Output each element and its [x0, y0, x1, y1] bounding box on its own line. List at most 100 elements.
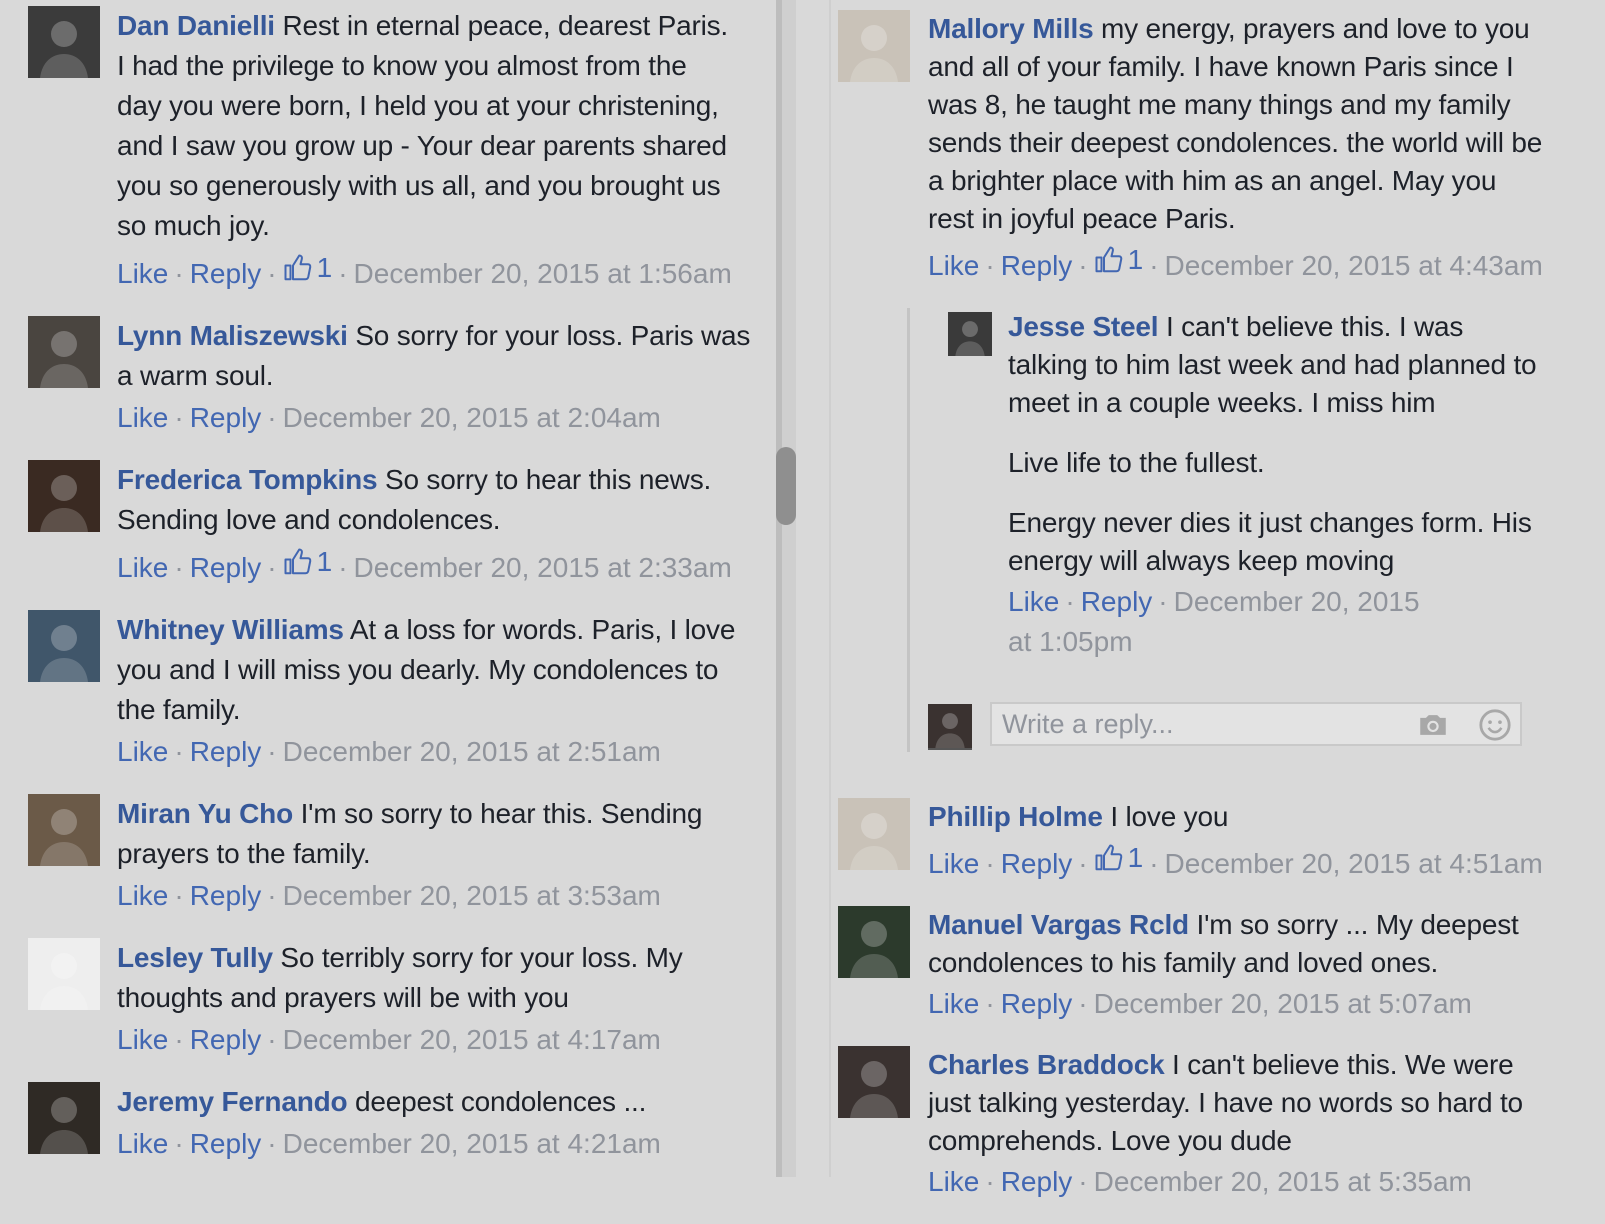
reply-composer: Write a reply... [928, 702, 1543, 752]
like-link[interactable]: Like [928, 988, 979, 1019]
comment-text: my energy, prayers and love to you and a… [928, 13, 1543, 234]
right-comment-column: Mallory Mills my energy, prayers and lov… [838, 10, 1543, 1224]
author-name[interactable]: Lesley Tully [117, 942, 273, 973]
comment-actions: Like · Reply · December 20, 2015 at 4:17am [117, 1024, 661, 1055]
timestamp[interactable]: December 20, 2015 at 5:35am [1094, 1166, 1472, 1197]
comment-actions: Like · Reply · December 20, 2015 at 3:53am [117, 880, 661, 911]
comment-text: I love you [1110, 801, 1229, 832]
comment: Frederica Tompkins So sorry to hear this… [28, 460, 758, 588]
comment: Lynn Maliszewski So sorry for your loss.… [28, 316, 758, 438]
timestamp[interactable]: December 20, 2015 at 5:07am [1094, 988, 1472, 1019]
comment-actions: Like · Reply · December 20, 2015 at 5:07am [928, 988, 1472, 1019]
avatar[interactable] [838, 1046, 910, 1118]
reply-comment: Jesse Steel I can't believe this. I was … [928, 308, 1543, 662]
comment-list: Dan Danielli Rest in eternal peace, dear… [28, 6, 758, 1164]
column-divider [829, 0, 831, 1177]
scrollbar-edge [776, 0, 782, 1177]
reply-link[interactable]: Reply [1081, 586, 1153, 617]
comment-actions: Like · Reply · December 20, 2015 at 5:35am [928, 1166, 1472, 1197]
author-name[interactable]: Frederica Tompkins [117, 464, 378, 495]
author-name[interactable]: Jeremy Fernando [117, 1086, 348, 1117]
reply-link[interactable]: Reply [190, 258, 262, 289]
like-link[interactable]: Like [117, 402, 168, 433]
comment-text: Rest in eternal peace, dearest Paris. I … [117, 10, 728, 241]
thumbs-up-icon [1095, 246, 1122, 273]
comment-paragraph: Live life to the fullest. [1008, 447, 1265, 478]
author-name[interactable]: Charles Braddock [928, 1049, 1165, 1080]
avatar[interactable] [948, 312, 992, 356]
comment: Lesley Tully So terribly sorry for your … [28, 938, 758, 1060]
avatar[interactable] [28, 938, 100, 1010]
timestamp[interactable]: December 20, 2015 at 4:17am [283, 1024, 661, 1055]
avatar[interactable] [28, 6, 100, 78]
author-name[interactable]: Mallory Mills [928, 13, 1094, 44]
avatar[interactable] [28, 316, 100, 388]
like-link[interactable]: Like [928, 1166, 979, 1197]
comment: Phillip Holme I love you Like · Reply · 1 · Dec… [838, 798, 1543, 884]
camera-icon[interactable] [1416, 708, 1450, 742]
timestamp[interactable]: December 20, 2015 at 4:51am [1165, 848, 1543, 879]
avatar[interactable] [28, 1082, 100, 1154]
author-name[interactable]: Phillip Holme [928, 801, 1103, 832]
like-count[interactable]: 1 [283, 248, 332, 288]
timestamp[interactable]: December 20, 2015 at 3:53am [283, 880, 661, 911]
scrollbar-track[interactable] [776, 0, 796, 1177]
timestamp[interactable]: December 20, 2015 at 4:43am [1165, 250, 1543, 281]
comment: Miran Yu Cho I'm so sorry to hear this. … [28, 794, 758, 916]
author-name[interactable]: Dan Danielli [117, 10, 275, 41]
reply-link[interactable]: Reply [190, 1128, 262, 1159]
thumbs-up-icon [284, 254, 311, 281]
reply-link[interactable]: Reply [190, 880, 262, 911]
reply-link[interactable]: Reply [1001, 250, 1073, 281]
reply-link[interactable]: Reply [190, 736, 262, 767]
avatar[interactable] [28, 794, 100, 866]
avatar[interactable] [28, 460, 100, 532]
like-link[interactable]: Like [1008, 586, 1059, 617]
timestamp[interactable]: December 20, 2015 at 2:04am [283, 402, 661, 433]
comment: Charles Braddock I can't believe this. W… [838, 1046, 1543, 1202]
comment-actions: Like · Reply · 1 · December 20, 2015 at 4:43am [928, 240, 1543, 286]
avatar[interactable] [28, 610, 100, 682]
like-link[interactable]: Like [117, 1128, 168, 1159]
reply-link[interactable]: Reply [190, 402, 262, 433]
avatar[interactable] [838, 906, 910, 978]
reply-link[interactable]: Reply [1001, 988, 1073, 1019]
comment-text: deepest condolences ... [355, 1086, 647, 1117]
like-count[interactable]: 1 [1094, 838, 1143, 878]
timestamp[interactable]: December 20, 2015 at 4:21am [283, 1128, 661, 1159]
comment-list: Phillip Holme I love you Like · Reply · 1 · Dec… [838, 798, 1543, 1202]
comment-paragraph: Energy never dies it just changes form. … [1008, 507, 1532, 576]
comment-actions: Like · Reply · 1 · December 20, 2015 at 1:56am [117, 248, 758, 294]
smiley-icon[interactable] [1478, 708, 1512, 742]
comment: Mallory Mills my energy, prayers and lov… [838, 10, 1543, 286]
like-link[interactable]: Like [117, 736, 168, 767]
avatar[interactable] [838, 798, 910, 870]
timestamp[interactable]: December 20, 2015 at 2:33am [354, 552, 732, 583]
scrollbar-thumb[interactable] [776, 447, 796, 525]
timestamp[interactable]: December 20, 2015 at 1:56am [354, 258, 732, 289]
like-link[interactable]: Like [117, 258, 168, 289]
author-name[interactable]: Miran Yu Cho [117, 798, 293, 829]
comment-actions: Like · Reply · 1 · December 20, 2015 at 2:33am [117, 542, 758, 588]
reply-link[interactable]: Reply [1001, 1166, 1073, 1197]
reply-link[interactable]: Reply [1001, 848, 1073, 879]
author-name[interactable]: Lynn Maliszewski [117, 320, 348, 351]
like-link[interactable]: Like [117, 880, 168, 911]
reply-input[interactable]: Write a reply... [990, 702, 1522, 746]
like-count[interactable]: 1 [283, 542, 332, 582]
like-link[interactable]: Like [117, 552, 168, 583]
reply-link[interactable]: Reply [190, 1024, 262, 1055]
comment-actions: Like · Reply · December 20, 2015 at 2:51am [117, 736, 661, 767]
avatar[interactable] [838, 10, 910, 82]
author-name[interactable]: Manuel Vargas Rcld [928, 909, 1189, 940]
thumbs-up-icon [1095, 844, 1122, 871]
like-count[interactable]: 1 [1094, 240, 1143, 280]
author-name[interactable]: Jesse Steel [1008, 311, 1159, 342]
author-name[interactable]: Whitney Williams [117, 614, 344, 645]
timestamp[interactable]: December 20, 2015 at 2:51am [283, 736, 661, 767]
like-link[interactable]: Like [928, 250, 979, 281]
like-link[interactable]: Like [928, 848, 979, 879]
comment-actions: Like · Reply · December 20, 2015 at 1:05pm [1008, 586, 1420, 657]
reply-link[interactable]: Reply [190, 552, 262, 583]
like-link[interactable]: Like [117, 1024, 168, 1055]
